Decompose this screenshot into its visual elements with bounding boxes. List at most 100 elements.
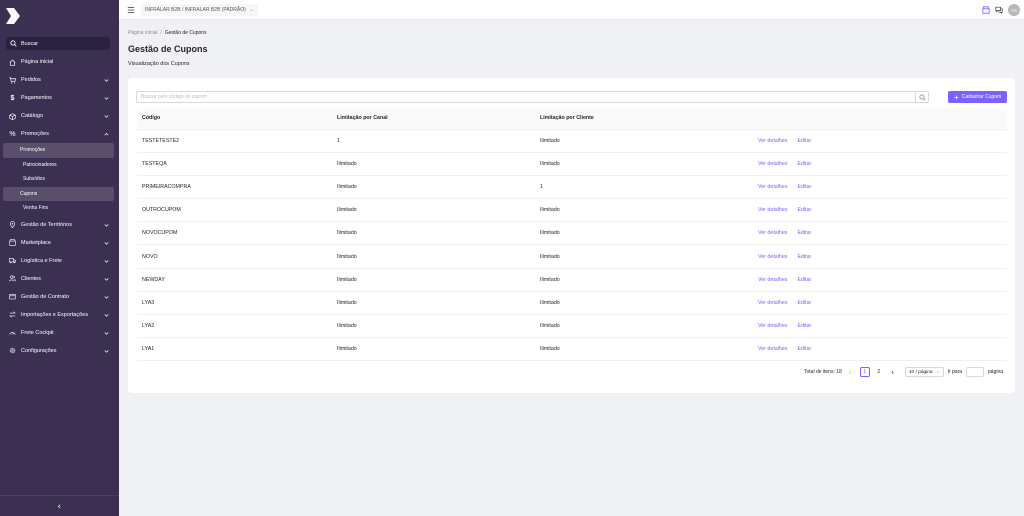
header-code: Código bbox=[137, 108, 332, 130]
edit-link[interactable]: Editar bbox=[797, 230, 811, 236]
breadcrumb-home[interactable]: Página inicial bbox=[128, 30, 157, 36]
edit-link[interactable]: Editar bbox=[797, 161, 811, 167]
avatar[interactable]: AS bbox=[1008, 4, 1020, 16]
edit-link[interactable]: Editar bbox=[797, 138, 811, 144]
sidebar-search[interactable] bbox=[6, 37, 110, 50]
sidebar-item-frete-cockpit[interactable]: Frete Cockpit bbox=[0, 324, 119, 342]
sidebar-subitem-sponsors[interactable]: Patrocinadores bbox=[3, 158, 114, 173]
cell-actions: Ver detalhes Editar bbox=[753, 337, 1007, 362]
sidebar-item-territories[interactable]: Gestão de Territórios bbox=[0, 216, 119, 234]
avatar-initials: AS bbox=[1010, 7, 1017, 13]
chevron-down-icon bbox=[104, 241, 109, 245]
percent-icon: % bbox=[9, 130, 16, 138]
edit-link[interactable]: Editar bbox=[797, 254, 811, 260]
sidebar-item-label: Pagamentos bbox=[21, 95, 52, 101]
store-icon[interactable] bbox=[982, 6, 990, 14]
plus-icon bbox=[954, 95, 959, 99]
cell-client-limit: Ilimitado bbox=[535, 129, 753, 153]
view-details-link[interactable]: Ver detalhes bbox=[758, 207, 787, 213]
view-details-link[interactable]: Ver detalhes bbox=[758, 230, 787, 236]
edit-link[interactable]: Editar bbox=[797, 184, 811, 190]
table-row: OUTROCUPOM Ilimitado Ilimitado Ver detalhes… bbox=[137, 198, 1007, 223]
pagination-page-2[interactable]: 2 bbox=[874, 367, 884, 377]
chevron-left-icon bbox=[849, 370, 852, 374]
sidebar-item-settings[interactable]: Configurações bbox=[0, 342, 119, 360]
edit-link[interactable]: Editar bbox=[797, 346, 811, 352]
sidebar-item-label: Marketplace bbox=[21, 239, 51, 246]
breadcrumb-current: Gestão de Cupons bbox=[164, 30, 207, 36]
menu-icon[interactable] bbox=[127, 6, 135, 14]
view-details-link[interactable]: Ver detalhes bbox=[758, 300, 787, 306]
cell-code: NOVOCUPOM bbox=[137, 221, 332, 246]
users-icon bbox=[9, 275, 16, 282]
chevron-down-icon bbox=[104, 223, 109, 227]
sidebar-item-clients[interactable]: Clientes bbox=[0, 270, 119, 288]
sidebar-subitem-venha-fins[interactable]: Venha Fins bbox=[3, 201, 114, 216]
sidebar-subitem-label: Subsídios bbox=[23, 176, 45, 183]
header-client-limit: Limitação por Cliente bbox=[535, 108, 753, 130]
organization-select[interactable]: INFRALAR B2B / INFRALAR B2B (PADRÃO) bbox=[141, 4, 258, 16]
table-row: TESTEQA Ilimitado Ilimitado Ver detalhes Edi… bbox=[137, 152, 1007, 176]
pagination-page-1[interactable]: 1 bbox=[859, 367, 870, 377]
page-size-select[interactable]: 10 / página bbox=[904, 367, 944, 377]
table-row: LYA3 Ilimitado Ilimitado Ver detalhes Editar bbox=[137, 291, 1007, 316]
sidebar-item-promotions[interactable]: % Promoções bbox=[0, 125, 119, 143]
sidebar-item-label: Frete Cockpit bbox=[21, 329, 54, 336]
view-details-link[interactable]: Ver detalhes bbox=[758, 138, 787, 144]
sidebar-subitem-coupons[interactable]: Cupons bbox=[3, 186, 114, 201]
sidebar-item-import-export[interactable]: Importações e Exportações bbox=[0, 306, 119, 324]
sidebar-item-payments[interactable]: $ Pagamentos bbox=[0, 89, 119, 107]
cell-code: TESTETESTE2 bbox=[137, 129, 332, 153]
coupon-search-input[interactable] bbox=[137, 92, 915, 102]
sidebar-item-label: Importações e Exportações bbox=[21, 311, 88, 318]
cell-client-limit: Ilimitado bbox=[535, 291, 753, 316]
sidebar-item-catalog[interactable]: Catálogo bbox=[0, 107, 119, 125]
top-header: INFRALAR B2B / INFRALAR B2B (PADRÃO) AS bbox=[119, 0, 1024, 20]
sidebar-subitem-subsidies[interactable]: Subsídios bbox=[3, 172, 114, 187]
cell-client-limit: Ilimitado bbox=[535, 244, 753, 269]
cell-channel-limit: Ilimitado bbox=[332, 337, 535, 362]
table-row: NEWDAY Ilimitado Ilimitado Ver detalhes Edit… bbox=[137, 268, 1007, 292]
cell-channel-limit: Ilimitado bbox=[332, 198, 535, 223]
chat-icon[interactable] bbox=[995, 6, 1003, 14]
sidebar-item-orders[interactable]: Pedidos bbox=[0, 71, 119, 89]
edit-link[interactable]: Editar bbox=[797, 300, 811, 306]
sidebar-item-label: Clientes bbox=[21, 275, 41, 282]
sidebar-search-input[interactable] bbox=[21, 40, 101, 47]
sidebar-item-home[interactable]: Página inicial bbox=[0, 53, 119, 71]
sidebar-collapse-button[interactable] bbox=[0, 495, 119, 516]
edit-link[interactable]: Editar bbox=[797, 323, 811, 329]
store-icon bbox=[9, 239, 16, 246]
logo-icon[interactable] bbox=[5, 7, 21, 25]
sidebar-item-marketplace[interactable]: Marketplace bbox=[0, 234, 119, 252]
view-details-link[interactable]: Ver detalhes bbox=[758, 161, 787, 167]
pagination-total: Total de itens: 18 bbox=[804, 369, 842, 375]
edit-link[interactable]: Editar bbox=[797, 277, 811, 283]
sidebar-item-contracts[interactable]: Gestão de Contrato bbox=[0, 288, 119, 306]
view-details-link[interactable]: Ver detalhes bbox=[758, 323, 787, 329]
cell-actions: Ver detalhes Editar bbox=[753, 291, 1007, 316]
box-icon bbox=[9, 112, 16, 120]
edit-link[interactable]: Editar bbox=[797, 207, 811, 213]
cell-channel-limit: Ilimitado bbox=[332, 244, 535, 269]
cell-code: LYA3 bbox=[137, 291, 332, 316]
sidebar-item-logistics[interactable]: Logística e Frete bbox=[0, 252, 119, 270]
cell-client-limit: Ilimitado bbox=[535, 198, 753, 223]
sidebar-subitem-promotions[interactable]: Promoções bbox=[3, 143, 114, 158]
coupon-search-button[interactable] bbox=[915, 92, 928, 102]
pagination-prev[interactable] bbox=[846, 367, 856, 377]
goto-page-input[interactable] bbox=[966, 367, 985, 377]
gear-icon bbox=[9, 347, 16, 354]
view-details-link[interactable]: Ver detalhes bbox=[758, 346, 787, 352]
home-icon bbox=[9, 59, 16, 66]
pagination-next[interactable] bbox=[888, 367, 898, 377]
add-coupon-button[interactable]: Cadastrar Cupom bbox=[948, 91, 1007, 103]
view-details-link[interactable]: Ver detalhes bbox=[758, 184, 787, 190]
view-details-link[interactable]: Ver detalhes bbox=[758, 277, 787, 283]
truck-icon bbox=[9, 258, 16, 264]
cell-code: LYA2 bbox=[137, 314, 332, 339]
cell-code: OUTROCUPOM bbox=[137, 198, 332, 223]
sidebar-item-label: Catálogo bbox=[21, 113, 44, 119]
view-details-link[interactable]: Ver detalhes bbox=[758, 254, 787, 260]
transfer-icon bbox=[9, 311, 16, 318]
